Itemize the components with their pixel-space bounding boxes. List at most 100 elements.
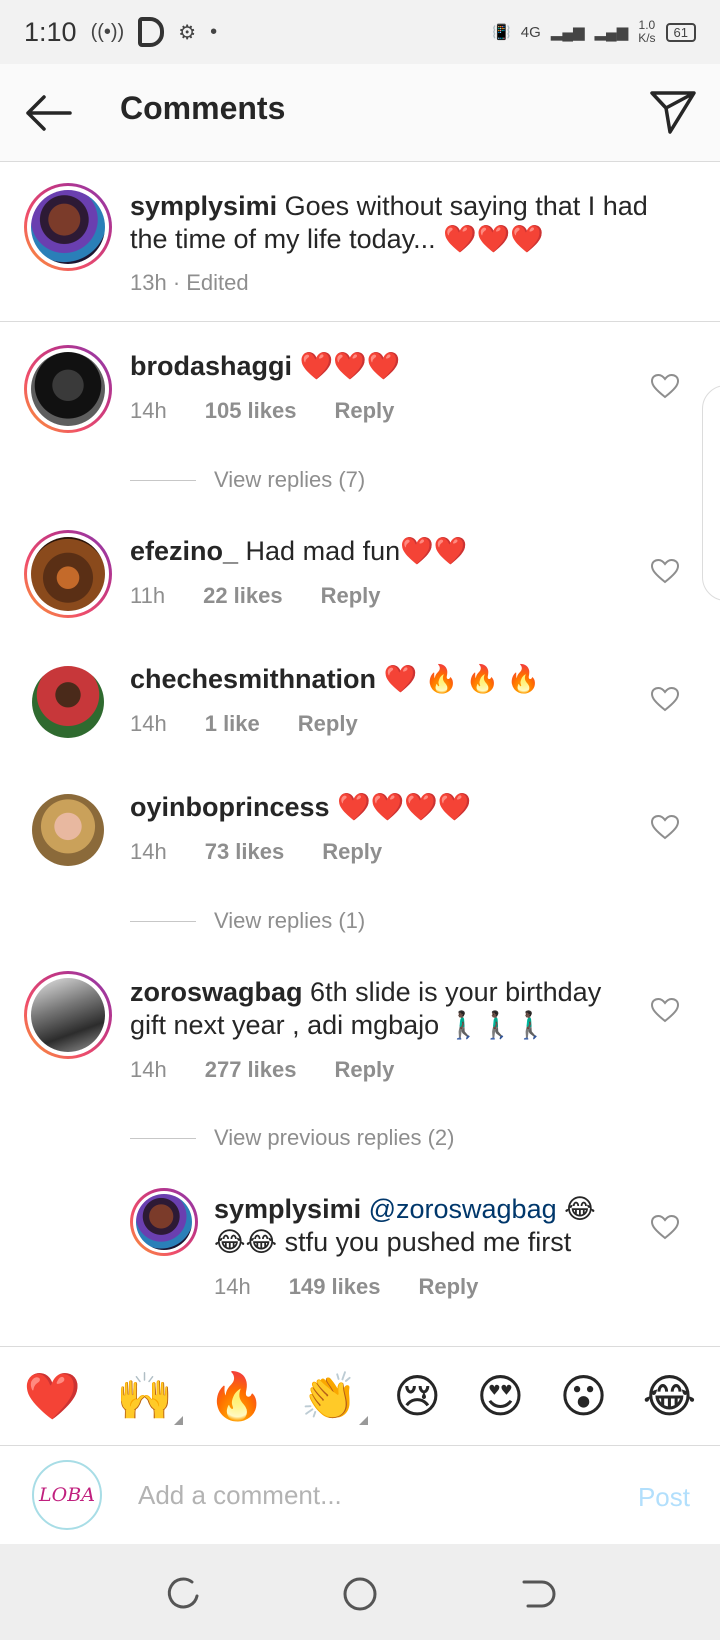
- reply-button[interactable]: Reply: [334, 398, 394, 424]
- comment-time: 14h: [130, 398, 167, 423]
- reply-mention[interactable]: @zoroswagbag: [369, 1194, 557, 1224]
- reply-time: 14h: [214, 1274, 251, 1299]
- status-bar: 1:10 ((•)) ⚙ • 📳 4G ▂▄▆ ▂▄▆ 1.0 K/s 61: [0, 0, 720, 64]
- header: Comments: [0, 64, 720, 162]
- notification-dot-icon: •: [210, 20, 218, 43]
- home-icon[interactable]: [340, 1574, 380, 1614]
- comment-emoji: ❤️❤️: [400, 536, 468, 566]
- comment-emoji: ❤️ 🔥 🔥 🔥: [383, 664, 541, 694]
- view-previous-replies[interactable]: View previous replies (2): [130, 1125, 454, 1151]
- comment-likes[interactable]: 73 likes: [205, 839, 285, 865]
- comment-text-block: brodashaggi ❤️❤️❤️: [130, 350, 610, 383]
- like-heart-icon[interactable]: [650, 372, 680, 400]
- comment-time: 14h: [130, 1057, 167, 1082]
- like-heart-icon[interactable]: [650, 557, 680, 585]
- reply-likes[interactable]: 149 likes: [289, 1274, 381, 1300]
- like-heart-icon[interactable]: [650, 996, 680, 1024]
- avatar[interactable]: [24, 530, 112, 618]
- system-nav-bar: [0, 1544, 720, 1640]
- emoji-heart-button[interactable]: ❤️: [24, 1373, 81, 1419]
- avatar[interactable]: [24, 971, 112, 1059]
- comment-likes[interactable]: 105 likes: [205, 398, 297, 424]
- comment-text-block: efezino_ Had mad fun❤️❤️: [130, 535, 610, 568]
- status-left: 1:10 ((•)) ⚙ •: [24, 17, 217, 48]
- emoji-fire-button[interactable]: 🔥: [208, 1373, 265, 1419]
- reply-button[interactable]: Reply: [321, 583, 381, 609]
- like-heart-icon[interactable]: [650, 813, 680, 841]
- scroll-handle[interactable]: [702, 385, 720, 601]
- comment-meta: 14h 1 like Reply: [130, 711, 358, 737]
- signal-icon: ▂▄▆: [550, 24, 585, 41]
- comment-username[interactable]: efezino_: [130, 536, 238, 566]
- emoji-heart-eyes-button[interactable]: 😍: [476, 1373, 524, 1419]
- emoji-surprised-button[interactable]: 😮: [559, 1373, 607, 1419]
- emoji-clapping-button[interactable]: 👏: [301, 1373, 369, 1425]
- divider-line: [130, 920, 196, 922]
- hotspot-icon: ((•)): [90, 20, 125, 43]
- reply-text-block: symplysimi @zoroswagbag 😂 😂😂 stfu you pu…: [214, 1193, 614, 1259]
- comment-likes[interactable]: 277 likes: [205, 1057, 297, 1083]
- caption-avatar[interactable]: [24, 183, 112, 271]
- emoji-crying-button[interactable]: 😢: [393, 1373, 441, 1419]
- reply-button[interactable]: Reply: [298, 711, 358, 737]
- comment-text-block: chechesmithnation ❤️ 🔥 🔥 🔥: [130, 663, 610, 696]
- view-replies-label[interactable]: View previous replies (2): [214, 1125, 454, 1151]
- avatar[interactable]: [24, 345, 112, 433]
- app-p-icon: [138, 17, 165, 47]
- battery-icon: 61: [665, 22, 696, 42]
- reply-button[interactable]: Reply: [322, 839, 382, 865]
- reply-button[interactable]: Reply: [418, 1274, 478, 1300]
- like-heart-icon[interactable]: [650, 685, 680, 713]
- caption-meta: 13h · Edited: [130, 270, 249, 296]
- direct-share-icon[interactable]: [648, 86, 698, 136]
- back-arrow-icon[interactable]: [22, 90, 74, 136]
- reply-emoji: 😂😂: [214, 1227, 278, 1257]
- comment-likes[interactable]: 1 like: [205, 711, 260, 737]
- comment-username[interactable]: chechesmithnation: [130, 664, 376, 694]
- comment-likes[interactable]: 22 likes: [203, 583, 283, 609]
- like-heart-icon[interactable]: [650, 1213, 680, 1241]
- avatar[interactable]: [32, 794, 104, 866]
- comment-username[interactable]: zoroswagbag: [130, 977, 303, 1007]
- divider-line: [130, 1137, 196, 1139]
- back-nav-icon[interactable]: [516, 1574, 556, 1614]
- comment-emoji: 🚶🏿‍♂️🚶🏿‍♂️🚶🏿‍♂️: [446, 1010, 548, 1040]
- emoji-reaction-bar: ❤️ 🙌 🔥 👏 😢 😍 😮 😂: [0, 1346, 720, 1446]
- comment-text-block: zoroswagbag 6th slide is your birthday g…: [130, 976, 620, 1042]
- comment-input[interactable]: [138, 1470, 578, 1520]
- view-replies[interactable]: View replies (1): [130, 908, 365, 934]
- view-replies[interactable]: View replies (7): [130, 467, 365, 493]
- comment-meta: 11h 22 likes Reply: [130, 583, 381, 609]
- reply-avatar[interactable]: [130, 1188, 198, 1256]
- caption: symplysimi Goes without saying that I ha…: [0, 162, 720, 322]
- reply-username[interactable]: symplysimi: [214, 1194, 361, 1224]
- divider-line: [130, 479, 196, 481]
- post-button[interactable]: Post: [638, 1482, 690, 1513]
- comment-input-row: LOBA Post: [0, 1446, 720, 1544]
- caption-hearts: ❤️❤️❤️: [443, 224, 544, 254]
- avatar[interactable]: [32, 666, 104, 738]
- comment-meta: 14h 105 likes Reply: [130, 398, 394, 424]
- comment-time: 14h: [130, 711, 167, 736]
- comment-emoji: ❤️❤️❤️: [299, 351, 401, 381]
- recent-apps-icon[interactable]: [164, 1574, 204, 1614]
- network-type: 4G: [520, 23, 541, 41]
- reply-emoji: 😂: [564, 1194, 596, 1224]
- reply-button[interactable]: Reply: [334, 1057, 394, 1083]
- status-right: 📳 4G ▂▄▆ ▂▄▆ 1.0 K/s 61: [492, 19, 696, 45]
- speed-indicator: 1.0 K/s: [638, 18, 656, 45]
- comment-time: 14h: [130, 839, 167, 864]
- emoji-laughing-button[interactable]: 😂: [643, 1373, 697, 1419]
- comment-username[interactable]: oyinboprincess: [130, 792, 330, 822]
- vibrate-icon: 📳: [492, 24, 511, 41]
- comment-time: 11h: [130, 583, 166, 608]
- caption-username[interactable]: symplysimi: [130, 191, 277, 221]
- comment-username[interactable]: brodashaggi: [130, 351, 292, 381]
- settings-gear-icon: ⚙: [178, 21, 197, 44]
- comment-text-block: oyinboprincess ❤️❤️❤️❤️: [130, 791, 610, 824]
- view-replies-label[interactable]: View replies (1): [214, 908, 365, 934]
- view-replies-label[interactable]: View replies (7): [214, 467, 365, 493]
- emoji-raising-hands-button[interactable]: 🙌: [116, 1373, 184, 1425]
- reply-meta: 14h 149 likes Reply: [214, 1274, 478, 1300]
- caption-time: 13h · Edited: [130, 270, 249, 295]
